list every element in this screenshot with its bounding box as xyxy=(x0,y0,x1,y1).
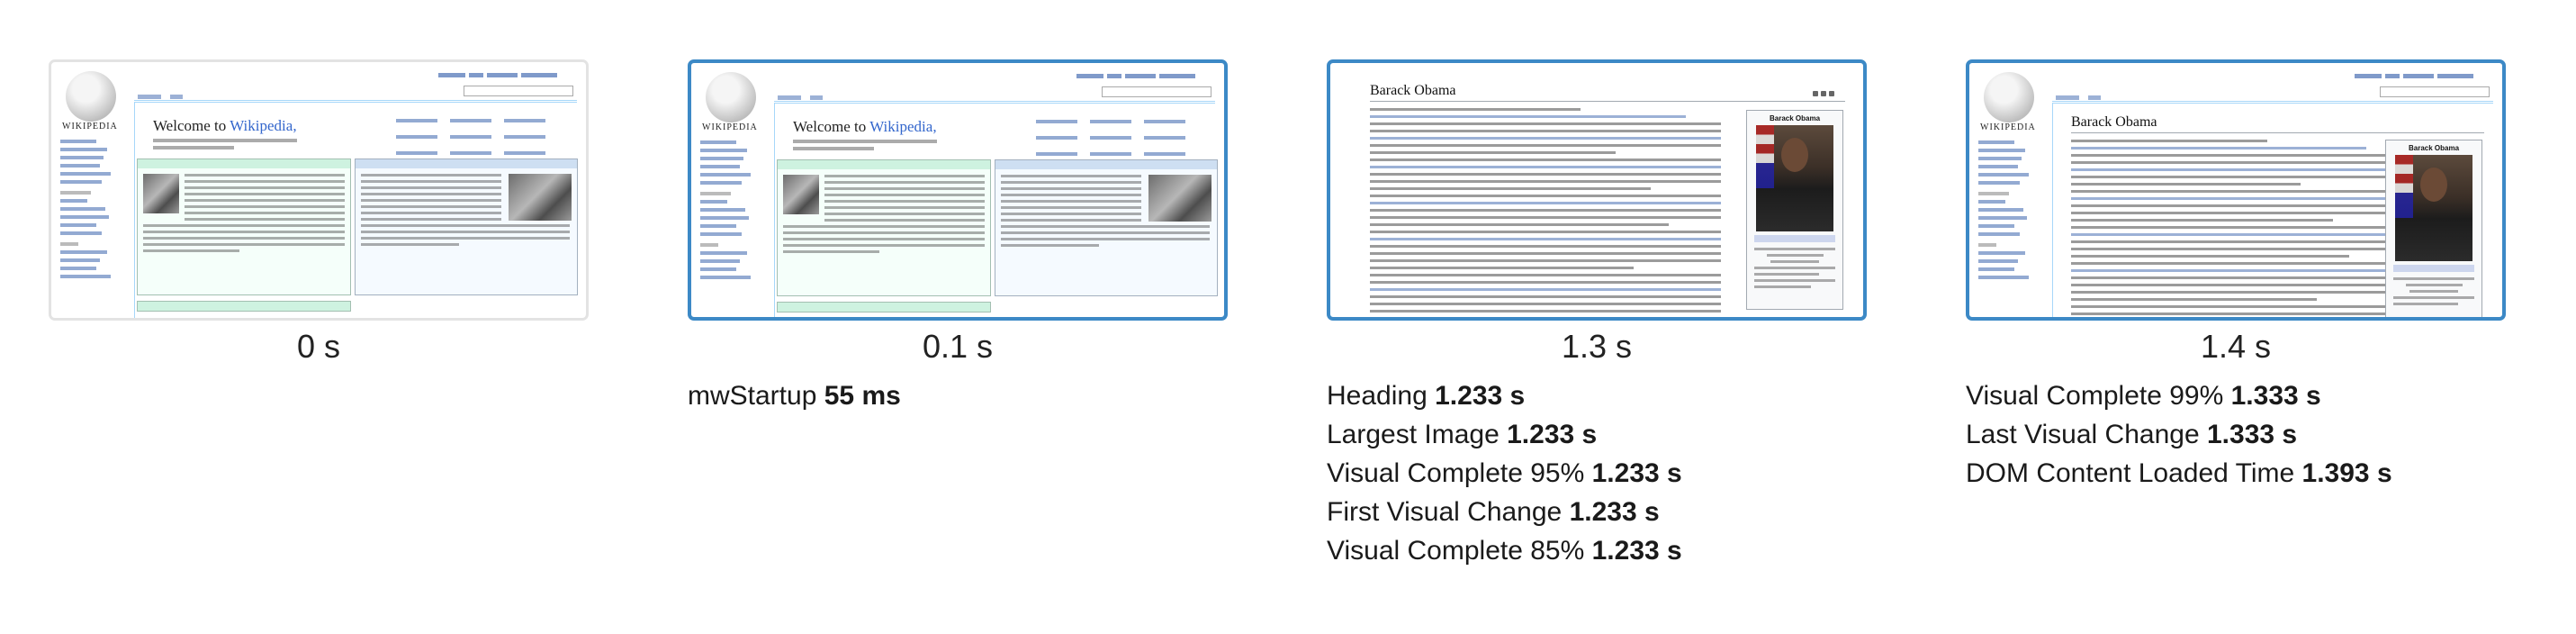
in-the-news-box xyxy=(995,159,1218,296)
metric-item: Visual Complete 99% 1.333 s xyxy=(1966,381,2321,411)
portal-links xyxy=(396,117,576,155)
in-the-news-box xyxy=(355,158,578,295)
main-content: Welcome to Wikipedia, xyxy=(774,103,1218,317)
article-title: Barack Obama xyxy=(2071,114,2157,130)
infobox: Barack Obama xyxy=(1746,110,1843,310)
article-body xyxy=(2071,140,2399,317)
frame-metrics: Visual Complete 99% 1.333 s Last Visual … xyxy=(1966,376,2576,493)
article-content: Barack Obama Barack Obama xyxy=(2052,103,2493,317)
metric-item: DOM Content Loaded Time 1.393 s xyxy=(1966,458,2392,488)
welcome-subtitle xyxy=(153,139,306,153)
wikipedia-article-thumbnail: Barack Obama Barack Obama xyxy=(1330,63,1863,317)
wikipedia-wordmark: WIKIPEDIA xyxy=(62,122,118,131)
search-input xyxy=(1102,86,1211,97)
frame-timestamp: 1.3 s xyxy=(1561,328,1633,365)
sidebar-navigation xyxy=(60,140,125,283)
main-content: Welcome to Wikipedia, xyxy=(134,102,578,318)
metric-item: First Visual Change 1.233 s xyxy=(1327,497,1660,527)
personal-links xyxy=(2355,67,2490,78)
flag-image xyxy=(1756,125,1774,188)
flag-image xyxy=(2395,155,2413,218)
wikipedia-globe-icon xyxy=(706,72,756,122)
frame-timestamp: 0 s xyxy=(296,328,341,365)
metric-item: Visual Complete 95% 1.233 s xyxy=(1327,458,1682,488)
featured-article-box xyxy=(777,159,991,296)
frame-thumbnail[interactable]: WIKIPEDIA Welcome to Wikipedia, xyxy=(49,59,589,321)
article-body xyxy=(1370,108,1721,317)
frame-timestamp: 1.4 s xyxy=(2200,328,2272,365)
featured-article-box xyxy=(137,158,351,295)
wikipedia-main-page-thumbnail: WIKIPEDIA Welcome to Wikipedia, xyxy=(51,62,586,318)
metric-item: Heading 1.233 s xyxy=(1327,381,1526,411)
wikipedia-wordmark: WIKIPEDIA xyxy=(702,122,758,132)
wikipedia-globe-icon xyxy=(1984,72,2034,122)
portal-links xyxy=(1036,118,1216,156)
welcome-subtitle xyxy=(793,140,946,154)
sidebar-navigation xyxy=(1978,140,2043,284)
wikipedia-globe-icon xyxy=(66,71,116,122)
search-input xyxy=(2380,86,2490,97)
personal-links xyxy=(1076,67,1211,78)
wikipedia-wordmark: WIKIPEDIA xyxy=(1980,122,2036,132)
frame-metrics: mwStartup 55 ms xyxy=(688,376,1372,415)
wikipedia-article-thumbnail: WIKIPEDIA Barack Obama Barack Obama xyxy=(1969,63,2502,317)
metric-item: Largest Image 1.233 s xyxy=(1327,420,1598,449)
infobox: Barack Obama xyxy=(2385,140,2482,317)
infobox-name: Barack Obama xyxy=(1769,114,1821,122)
frame-thumbnail[interactable]: WIKIPEDIA Welcome to Wikipedia, xyxy=(688,59,1228,321)
did-you-know-box xyxy=(137,301,351,312)
metric-item: mwStartup 55 ms xyxy=(688,381,901,411)
personal-links xyxy=(438,66,573,77)
sidebar-navigation xyxy=(700,140,765,284)
frame-thumbnail[interactable]: Barack Obama Barack Obama xyxy=(1327,59,1867,321)
welcome-heading: Welcome to Wikipedia, xyxy=(153,117,297,134)
metric-item: Last Visual Change 1.333 s xyxy=(1966,420,2298,449)
frame-thumbnail[interactable]: WIKIPEDIA Barack Obama Barack Obama xyxy=(1966,59,2506,321)
infobox-name: Barack Obama xyxy=(2408,144,2460,152)
article-content: Barack Obama Barack Obama xyxy=(1352,72,1854,317)
frame-timestamp: 0.1 s xyxy=(922,328,994,365)
page-indicator-icons xyxy=(1813,85,1840,96)
welcome-heading: Welcome to Wikipedia, xyxy=(793,118,937,135)
did-you-know-box xyxy=(777,302,991,312)
metric-item: Visual Complete 85% 1.233 s xyxy=(1327,536,1682,566)
article-title: Barack Obama xyxy=(1370,83,1456,98)
frame-metrics: Heading 1.233 s Largest Image 1.233 s Vi… xyxy=(1327,376,2011,570)
search-input xyxy=(464,86,573,96)
wikipedia-main-page-thumbnail: WIKIPEDIA Welcome to Wikipedia, xyxy=(691,63,1224,317)
